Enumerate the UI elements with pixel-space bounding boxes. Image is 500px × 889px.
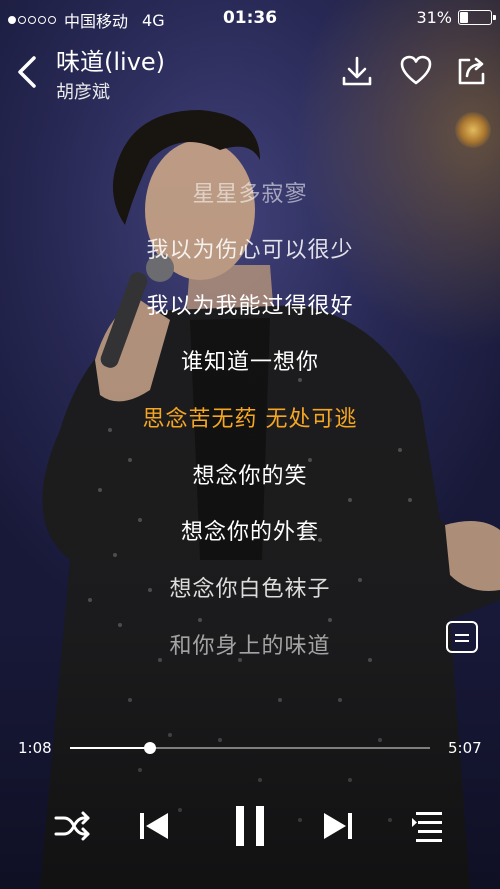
lyric-line: 想念你的外套 bbox=[180, 520, 319, 545]
download-icon[interactable] bbox=[340, 54, 374, 88]
progress-fill bbox=[70, 747, 150, 749]
song-title: 味道(live) bbox=[56, 48, 166, 76]
lyric-line: 想念你的笑 bbox=[192, 464, 308, 489]
lyric-line: 我以为我能过得很好 bbox=[146, 294, 354, 319]
lyric-line: 和你身上的味道 bbox=[169, 634, 331, 659]
progress-knob[interactable] bbox=[143, 742, 156, 754]
share-icon[interactable] bbox=[455, 54, 489, 88]
current-time: 1:08 bbox=[18, 739, 52, 757]
playlist-icon[interactable] bbox=[406, 806, 450, 846]
heart-icon[interactable] bbox=[399, 54, 433, 88]
lyric-line: 想念你白色袜子 bbox=[169, 577, 331, 602]
previous-track-icon[interactable] bbox=[132, 806, 176, 846]
battery-percent: 31% bbox=[416, 8, 452, 27]
progress-slider[interactable] bbox=[70, 742, 430, 754]
shuffle-icon[interactable] bbox=[50, 806, 94, 846]
lyric-line: 谁知道一想你 bbox=[180, 350, 319, 375]
status-bar: 中国移动 4G 01:36 31% bbox=[0, 0, 500, 36]
pause-icon[interactable] bbox=[228, 806, 272, 846]
battery-icon bbox=[458, 10, 496, 25]
next-track-icon[interactable] bbox=[316, 806, 360, 846]
artist-name[interactable]: 胡彦斌 bbox=[56, 78, 110, 104]
overlay-dim bbox=[0, 0, 500, 889]
lyric-line: 星星多寂寥 bbox=[192, 182, 308, 207]
lyric-line-current: 思念苦无药 无处可逃 bbox=[142, 407, 358, 432]
total-time: 5:07 bbox=[448, 739, 482, 757]
lyrics-doc-icon[interactable] bbox=[446, 621, 478, 653]
back-chevron-icon[interactable] bbox=[12, 52, 44, 92]
lyric-line: 我以为伤心可以很少 bbox=[146, 238, 354, 263]
battery-info: 31% bbox=[416, 8, 496, 27]
background-photo bbox=[0, 0, 500, 889]
